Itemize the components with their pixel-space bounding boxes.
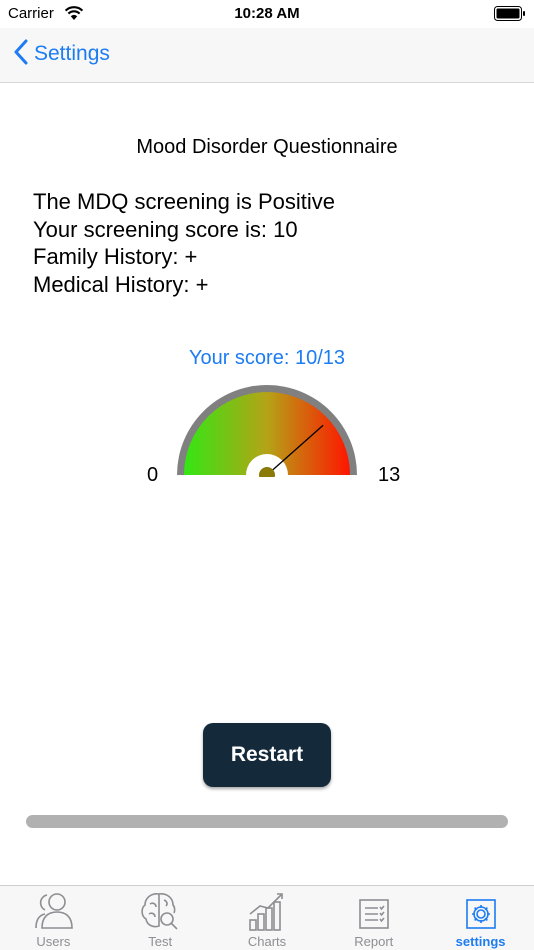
score-gauge — [177, 385, 357, 477]
tab-charts[interactable]: Charts — [214, 886, 321, 950]
screening-result: The MDQ screening is Positive — [33, 189, 335, 214]
tab-settings[interactable]: settings — [427, 886, 534, 950]
tab-users-label: Users — [36, 934, 71, 949]
tab-charts-label: Charts — [247, 934, 287, 949]
screening-score: Your screening score is: 10 — [33, 216, 298, 242]
chevron-left-icon — [14, 39, 28, 70]
tab-users[interactable]: Users — [0, 886, 107, 950]
status-bar: Carrier 10:28 AM — [0, 0, 534, 28]
tab-settings-label: settings — [455, 934, 506, 949]
medical-history: Medical History: + — [33, 271, 209, 297]
progress-bar — [26, 815, 508, 828]
gauge-max-label: 13 — [378, 464, 401, 486]
page-title: Mood Disorder Questionnaire — [136, 136, 398, 158]
tab-report-label: Report — [354, 934, 394, 949]
users-icon — [35, 893, 74, 929]
back-button[interactable]: Settings — [14, 38, 110, 70]
gauge-min-label: 0 — [147, 464, 159, 486]
restart-button[interactable]: Restart — [203, 723, 331, 787]
bar-chart-icon — [249, 893, 283, 931]
status-time: 10:28 AM — [234, 5, 300, 22]
result-summary: The MDQ screening is Positive Your scree… — [33, 188, 335, 298]
family-history: Family History: + — [33, 244, 198, 269]
navigation-bar: Settings — [0, 28, 534, 83]
gear-icon — [465, 899, 496, 929]
tab-bar: Users Test Charts Report settings — [0, 885, 534, 950]
brain-search-icon — [141, 893, 178, 930]
tab-test-label: Test — [148, 934, 173, 949]
battery-icon — [494, 6, 526, 26]
tab-test[interactable]: Test — [107, 886, 214, 950]
report-icon — [358, 899, 389, 929]
back-button-label: Settings — [34, 42, 110, 65]
score-label: Your score: 10/13 — [188, 347, 346, 369]
tab-report[interactable]: Report — [320, 886, 427, 950]
